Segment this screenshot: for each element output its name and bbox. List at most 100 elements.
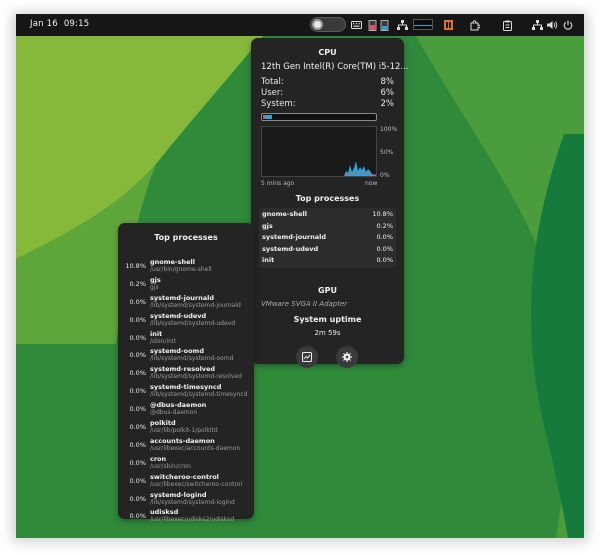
cpu-stat-total: Total: 8% (261, 77, 394, 87)
process-name: gnome-shell (262, 210, 307, 218)
process-name: systemd-oomd (150, 347, 204, 356)
graph-label-100: 100% (380, 126, 398, 133)
process-name: gjs (262, 221, 273, 230)
process-percent: 0.0% (129, 512, 146, 521)
table-row: gjs 0.2% (262, 221, 393, 233)
cpu-title: CPU (318, 48, 337, 57)
table-row: init 0.0% (262, 255, 393, 267)
cpu-stat-value: 8% (380, 77, 395, 87)
graph-label-50: 50% (380, 149, 394, 156)
power-icon[interactable] (562, 18, 574, 32)
process-usage: 0.0% (376, 256, 393, 264)
process-path: /usr/bin/gnome-shell (150, 266, 212, 273)
process-usage: 0.0% (376, 233, 393, 241)
cpu-history-graph (261, 126, 377, 177)
process-percent: 0.0% (129, 494, 146, 503)
system-monitor-button[interactable] (296, 346, 318, 368)
cpu-stat-label: User: (261, 88, 284, 98)
top-processes-table: gnome-shell 10.8% gjs 0.2% systemd-journal… (259, 208, 396, 268)
list-item: 0.0% systemd-oomd/lib/systemd/systemd-oom… (122, 347, 250, 365)
process-percent: 0.0% (129, 405, 146, 414)
cpu-history-plot (262, 161, 376, 177)
cpu-stat-system: System: 2% (261, 99, 394, 109)
list-item: 0.0% accounts-daemon/usr/libexec/accounts… (122, 437, 250, 455)
cpu-popover: CPU 12th Gen Intel(R) Core(TM) i5-12... … (251, 38, 409, 368)
cpu-graph-icon[interactable] (413, 19, 433, 30)
process-name: systemd-udevd (262, 244, 319, 253)
graph-time-end: now (365, 180, 378, 187)
volume-icon[interactable] (546, 18, 558, 32)
list-item: 0.0% udisksd/usr/libexec/udisks2/udisksd (122, 508, 250, 526)
process-path: /lib/systemd/systemd-oomd (150, 355, 234, 363)
extensions-icon[interactable] (467, 18, 481, 32)
process-path: gjs (150, 283, 159, 291)
list-item: 0.0% polkitd/usr/lib/polkit-1/polkitd (122, 419, 250, 437)
table-row: systemd-journald 0.0% (262, 232, 393, 244)
process-percent: 0.0% (129, 476, 146, 485)
process-path: /usr/libexec/switcheroo-control (150, 480, 243, 488)
list-item: 0.0% systemd-journald/lib/systemd/systemd… (122, 294, 250, 312)
process-percent: 0.0% (129, 369, 146, 378)
process-path: @dbus-daemon (150, 409, 198, 417)
process-path: /usr/lib/polkit-1/polkitd (150, 427, 218, 435)
process-percent: 0.0% (129, 315, 146, 324)
settings-button[interactable] (336, 346, 358, 368)
table-row: gnome-shell 10.8% (262, 209, 393, 221)
memory-icon[interactable] (366, 18, 378, 32)
list-item: 0.0% systemd-resolved/lib/systemd/systemd… (122, 365, 250, 383)
list-item: 0.0% systemd-timesyncd/lib/systemd/system… (122, 383, 250, 401)
process-name: systemd-journald (150, 293, 215, 302)
list-item: 0.2% gjs gjs (122, 276, 250, 294)
process-name: @dbus-daemon (150, 401, 207, 410)
uptime-value: 2m 59s (314, 329, 341, 337)
process-path: /usr/libexec/accounts-daemon (150, 444, 241, 452)
process-name: accounts-daemon (150, 436, 215, 445)
process-name: polkitd (150, 419, 176, 428)
system-monitor-icon (302, 352, 312, 362)
process-path: /sbin/init (150, 337, 176, 345)
process-name: init (262, 256, 275, 264)
cpu-usage-bar (261, 113, 377, 121)
cpu-model: 12th Gen Intel(R) Core(TM) i5-12... (261, 62, 409, 72)
settings-icon (342, 352, 352, 362)
process-name: systemd-logind (150, 490, 207, 499)
cpu-stat-label: System: (261, 99, 296, 109)
process-name: systemd-resolved (150, 365, 216, 374)
cpu-usage-user-fill (265, 115, 272, 119)
list-item: 0.0% switcheroo-control/usr/libexec/switc… (122, 473, 250, 491)
process-name: init (150, 329, 163, 338)
process-name: switcheroo-control (150, 472, 219, 481)
process-percent: 0.2% (129, 279, 146, 288)
clock-time: 09:15 (63, 19, 90, 29)
process-percent: 0.0% (129, 387, 146, 396)
memory-2-icon[interactable] (378, 18, 390, 32)
keyboard-icon[interactable] (350, 18, 362, 32)
cpu-stat-value: 2% (380, 99, 395, 109)
network-icon[interactable] (395, 18, 409, 32)
top-bar: Jan 16 09:15 (16, 14, 584, 36)
list-item: 0.0% @dbus-daemon @dbus-daemon (122, 401, 250, 419)
graph-time-start: 5 mins ago (261, 180, 295, 187)
process-percent: 0.0% (129, 423, 146, 432)
top-processes-title: Top processes (295, 194, 360, 203)
process-percent: 0.0% (129, 297, 146, 306)
graph-label-0: 0% (380, 172, 390, 179)
process-percent: 0.0% (129, 333, 146, 342)
process-name: udisksd (150, 508, 179, 517)
process-name: cron (150, 454, 167, 463)
process-usage: 0.0% (376, 244, 393, 253)
cpu-stat-value: 6% (380, 88, 395, 98)
process-name: systemd-timesyncd (150, 383, 222, 392)
process-usage: 0.2% (376, 221, 393, 230)
clipboard-icon[interactable] (500, 18, 514, 32)
clock[interactable]: Jan 16 09:15 (30, 19, 95, 29)
dark-mode-toggle[interactable] (310, 17, 346, 32)
cpu-stat-label: Total: (261, 77, 284, 87)
process-usage: 10.8% (372, 210, 393, 218)
network-wired-icon[interactable] (531, 18, 543, 32)
process-percent: 0.0% (129, 458, 146, 467)
process-name: systemd-journald (262, 233, 327, 241)
app-indicator-icon[interactable] (442, 18, 454, 32)
process-list-title: Top processes (154, 233, 218, 242)
process-list-popover: Top processes 10.8% gnome-shell/usr/bin/g… (118, 223, 254, 523)
